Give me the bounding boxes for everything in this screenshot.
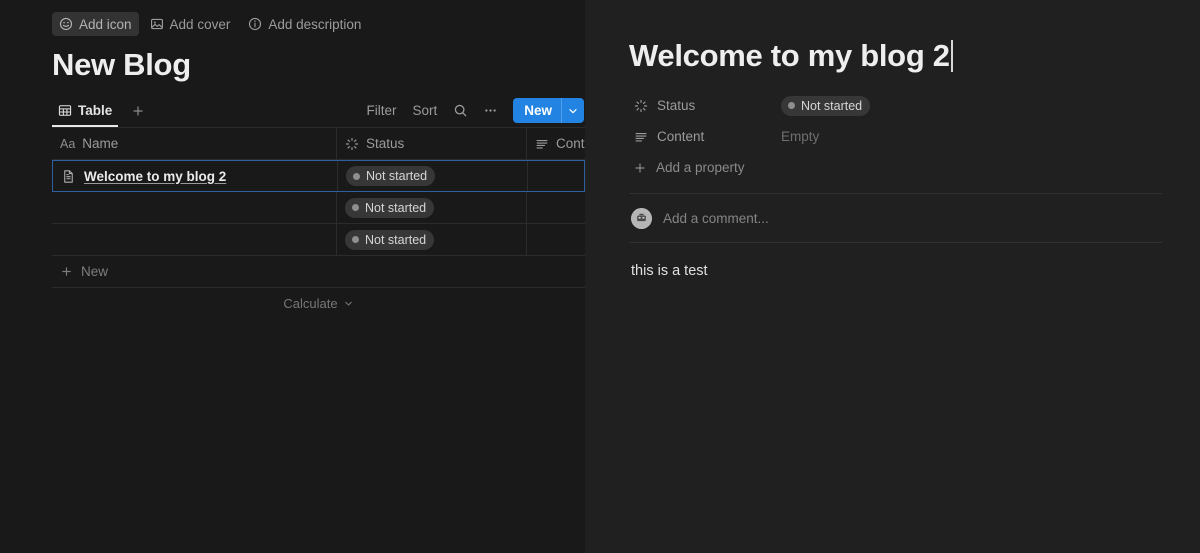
table-calculate-button[interactable]: Calculate [52, 288, 585, 318]
status-dot-icon [788, 102, 795, 109]
user-avatar [631, 207, 652, 229]
property-label-status[interactable]: Status [629, 98, 777, 113]
sort-button[interactable]: Sort [406, 100, 443, 121]
property-label-content-text: Content [657, 129, 705, 144]
status-spinner-icon [345, 137, 359, 151]
table-header-row: Aa Name Status Conte [52, 127, 592, 160]
page-meta-bar: Add icon Add cover Add description [0, 0, 585, 36]
view-tab-table[interactable]: Table [52, 94, 119, 127]
new-record-button[interactable]: New [513, 98, 584, 123]
property-value-status[interactable]: Not started [777, 95, 1162, 116]
status-badge: Not started [345, 229, 435, 250]
status-badge-label: Not started [366, 169, 428, 183]
property-row-content: Content Empty [629, 121, 1162, 152]
divider-below-comments [629, 242, 1162, 243]
database-title[interactable]: New Blog [0, 36, 585, 84]
add-cover-button[interactable]: Add cover [143, 12, 238, 36]
notion-page-root: Add icon Add cover Add description New B… [0, 0, 1200, 553]
table-icon [58, 104, 72, 118]
page-doc-icon [61, 169, 76, 184]
cell-status[interactable]: Not started [337, 192, 527, 223]
table-calculate-label: Calculate [283, 295, 338, 311]
image-icon [150, 17, 164, 31]
status-badge: Not started [346, 166, 436, 186]
add-comment-row[interactable]: Add a comment... [629, 194, 1162, 242]
property-value-content[interactable]: Empty [777, 129, 1162, 144]
status-badge-label: Not started [801, 98, 863, 113]
table-new-row-button[interactable]: New [52, 256, 585, 288]
view-tab-label: Table [78, 103, 113, 118]
add-icon-label: Add icon [79, 16, 132, 32]
filter-button[interactable]: Filter [360, 100, 402, 121]
status-badge: Not started [781, 95, 871, 116]
avatar-face-icon [631, 207, 652, 229]
property-label-content[interactable]: Content [629, 129, 777, 144]
plus-icon [62, 267, 71, 276]
view-tab-list: Table [52, 94, 150, 127]
page-title-text: Welcome to my blog 2 [629, 38, 950, 73]
chevron-down-icon [344, 301, 352, 306]
cell-name[interactable] [52, 224, 337, 255]
page-body-text[interactable]: this is a test [629, 260, 1162, 282]
search-icon[interactable] [447, 98, 473, 124]
add-description-label: Add description [268, 16, 362, 32]
property-value-content-text: Empty [781, 129, 820, 144]
column-header-status-label: Status [366, 136, 405, 151]
text-lines-icon [633, 129, 648, 144]
table-new-row-label: New [81, 264, 109, 279]
cell-status[interactable]: Not started [337, 224, 527, 255]
status-dot-icon [352, 204, 359, 211]
column-header-name-label: Name [82, 136, 119, 151]
text-cursor [950, 40, 953, 72]
status-spinner-icon [633, 98, 648, 113]
title-aa-icon: Aa [60, 136, 76, 151]
cell-name-text: Welcome to my blog 2 [84, 168, 227, 184]
database-panel: Add icon Add cover Add description New B… [0, 0, 592, 553]
view-toolbar-actions: Filter Sort New [360, 98, 585, 124]
ellipsis-icon[interactable] [477, 98, 503, 124]
add-property-label: Add a property [656, 160, 745, 175]
plus-icon [635, 162, 645, 173]
view-toolbar: Table Filter Sort New [52, 94, 585, 127]
status-dot-icon [353, 172, 360, 180]
add-cover-label: Add cover [169, 16, 231, 32]
table-row[interactable]: Not started [52, 192, 585, 224]
column-header-status[interactable]: Status [337, 128, 527, 159]
add-view-button[interactable] [126, 99, 150, 123]
page-properties: Status Not started Content Empty Add a p… [629, 90, 1162, 183]
column-header-name[interactable]: Aa Name [52, 128, 337, 159]
info-icon [248, 17, 262, 31]
new-record-label: New [524, 103, 552, 118]
table-row[interactable]: Not started [52, 224, 585, 256]
status-dot-icon [352, 236, 359, 243]
cell-name[interactable]: Welcome to my blog 2 [53, 161, 338, 191]
status-badge-label: Not started [365, 232, 427, 247]
database-table: Aa Name Status Conte Welcome to my blog … [52, 127, 592, 318]
add-comment-placeholder: Add a comment... [663, 210, 769, 226]
cell-status[interactable]: Not started [338, 161, 528, 191]
page-title[interactable]: Welcome to my blog 2 [629, 36, 953, 76]
add-description-button[interactable]: Add description [241, 12, 368, 36]
add-icon-button[interactable]: Add icon [52, 12, 139, 36]
status-badge-label: Not started [365, 200, 427, 215]
status-badge: Not started [345, 197, 435, 218]
chevron-down-icon[interactable] [562, 98, 584, 123]
page-peek-panel: Welcome to my blog 2 Status Not started [585, 0, 1200, 553]
table-row[interactable]: Welcome to my blog 2 Not started [52, 160, 585, 192]
add-property-button[interactable]: Add a property [629, 152, 1162, 183]
cell-name[interactable] [52, 192, 337, 223]
smiley-icon [59, 17, 73, 31]
text-lines-icon [535, 137, 549, 151]
property-label-status-text: Status [657, 98, 696, 113]
property-row-status: Status Not started [629, 90, 1162, 121]
